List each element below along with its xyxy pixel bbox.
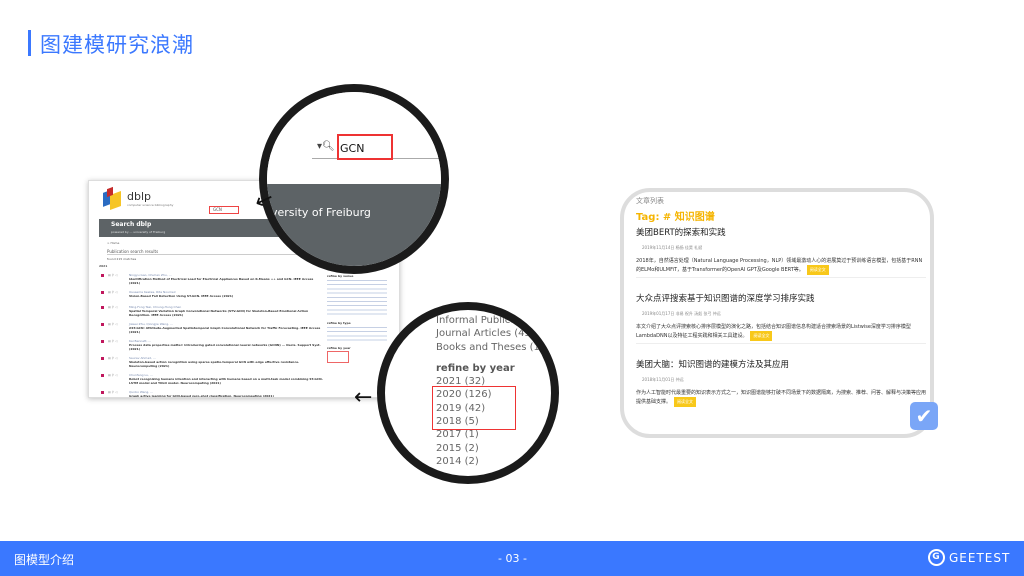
page-number: - 03 - [498,552,527,565]
result-entry: ▤ ⚲ ◁ Kai Bennett, ... Process data proper… [99,339,324,351]
breadcrumb-home[interactable]: > Home [107,241,119,245]
article-summary: 本文介绍了大众点评搜索核心排序层模型的演化之路，包括结合知识图谱信息构建适合搜索… [636,324,911,339]
entry-type-icon [101,340,104,343]
highlight-box [432,386,516,430]
article-summary: 2018年，自然语言处理（Natural Language Processing… [636,258,923,273]
entry-title: Vision-Based Fall Detection Using ST-GCN… [129,294,234,298]
entry-action-icons[interactable]: ▤ ⚲ ◁ [108,390,117,394]
article-meta: 2018年11月01日 仲远 [642,377,684,382]
footer-bar: 图模型介绍 - 03 - G GEETEST [0,541,1024,576]
entry-title: Identification Method of Electrical Load… [129,277,314,285]
entry-title: AST-GCN: Attribute-Augmented Spatiotempo… [129,326,321,334]
university-banner: versity of Freiburg [271,206,371,219]
brand-name: GEETEST [949,550,1011,565]
result-entry: ▤ ⚲ ◁ Jiawei Zhu, Qiongjie Wang, ... AST-G… [99,322,324,334]
entry-type-icon [101,391,104,394]
read-more-button[interactable]: 阅读全文 [674,397,697,407]
type-item[interactable]: Journal Articles (43) [436,327,544,340]
geetest-logo: G GEETEST [928,549,1010,566]
checkmark-icon: ✔ [910,402,938,430]
entry-type-icon [101,374,104,377]
entry-title: Process data properties matter: Introduc… [129,343,321,351]
entry-action-icons[interactable]: ▤ ⚲ ◁ [108,339,117,343]
entry-type-icon [101,357,104,360]
entry-title: Skeleton-based action recognition using … [129,360,300,368]
entry-action-icons[interactable]: ▤ ⚲ ◁ [108,356,117,360]
slide-title: 图建模研究浪潮 [40,33,194,57]
dblp-subtitle: computer science bibliography [127,203,174,207]
entry-action-icons[interactable]: ▤ ⚲ ◁ [108,290,117,294]
article-title[interactable]: 大众点评搜索基于知识图谱的深度学习排序实践 [636,292,926,304]
magnifier-search: versity of Freiburg ▾🔍︎ GCN [259,84,449,274]
entry-action-icons[interactable]: ▤ ⚲ ◁ [108,373,117,377]
entry-type-icon [101,306,104,309]
year-item[interactable]: 2017 (1) [436,428,544,441]
year-heading: 2021 [99,264,108,268]
arrow-icon: ← [354,385,373,410]
result-entry: ▤ ⚲ ◁ Oussema Keskes, Rita Noumeir Vision-… [99,290,324,300]
year-item[interactable]: 2015 (2) [436,442,544,455]
result-entry: ▤ ⚲ ◁ Ming-Fong Tsai, Chiung-Hung Chen Spa… [99,305,324,317]
entry-action-icons[interactable]: ▤ ⚲ ◁ [108,322,117,326]
result-entry: ▤ ⚲ ◁ Saurav Ahmad, ... Skeleton-based act… [99,356,324,368]
refine-year-heading: refine by year [436,362,515,374]
entry-type-icon [101,323,104,326]
geetest-logo-icon: G [928,549,945,566]
dblp-search-input[interactable]: GCN [209,206,239,214]
title-accent-bar [28,30,31,56]
article-item: 美团大脑：知识图谱的建模方法及其应用 2018年11月01日 仲远 作为人工智能… [636,358,926,407]
found-count: found 215 matches [107,257,137,261]
result-entry: ▤ ⚲ ◁ Qunbo Wang, ... Graph active learnin… [99,390,324,398]
entry-type-icon [101,291,104,294]
article-title[interactable]: 美团BERT的探索和实践 [636,226,926,238]
dblp-logo [101,186,123,211]
footer-section: 图模型介绍 [14,553,75,567]
result-entry: ▤ ⚲ ◁ Chunfang Lu, ... Robot recognizing h… [99,373,324,385]
card-header: 文章列表 [636,197,664,205]
search-dblp-title: Search dblp [111,221,152,228]
refine-year: refine by year [327,346,351,351]
entry-title: Graph active learning for GCN-based zero… [129,394,274,398]
result-entry: ▤ ⚲ ◁ Ningyu Gao, Chuhan Zhu, ... Identifi… [99,273,324,285]
entry-title: Spatial Temporal Variation Graph Convolu… [129,309,309,317]
entry-action-icons[interactable]: ▤ ⚲ ◁ [108,305,117,309]
search-icon: ▾🔍︎ [317,141,335,152]
tag-title: Tag: # 知识图谱 [636,212,715,223]
entry-title: Robot recognizing humans intention and i… [129,377,323,385]
refine-sidebar: refine by venue refine by type refine by… [327,271,387,363]
magnifier-year: Informal Publications Journal Articles (… [377,302,559,484]
type-item[interactable]: Informal Publications [436,314,544,327]
article-title[interactable]: 美团大脑：知识图谱的建模方法及其应用 [636,358,926,370]
entry-type-icon [101,274,104,277]
dblp-name: dblp [127,190,152,203]
entry-action-icons[interactable]: ▤ ⚲ ◁ [108,273,117,277]
highlight-box [337,134,393,160]
search-dblp-sub: powered by ... university of Freiburg [111,230,166,234]
read-more-button[interactable]: 阅读全文 [806,265,829,275]
article-meta: 2019年11月14日 杨扬 佳昊 礼斌 [642,245,703,250]
read-more-button[interactable]: 阅读全文 [750,331,773,341]
article-item: 美团BERT的探索和实践 2019年11月14日 杨扬 佳昊 礼斌 2018年，… [636,226,926,278]
article-list-card: 文章列表 Tag: # 知识图谱 美团BERT的探索和实践 2019年11月14… [620,188,934,438]
type-item[interactable]: Books and Theses (1) [436,341,544,354]
year-item[interactable]: 2014 (2) [436,455,544,468]
results-list: ▤ ⚲ ◁ Ningyu Gao, Chuhan Zhu, ... Identifi… [99,273,324,398]
article-meta: 2019年01月17日 非易 祝升 汤彪 张弓 仲远 [642,311,721,316]
article-item: 大众点评搜索基于知识图谱的深度学习排序实践 2019年01月17日 非易 祝升 … [636,292,926,344]
